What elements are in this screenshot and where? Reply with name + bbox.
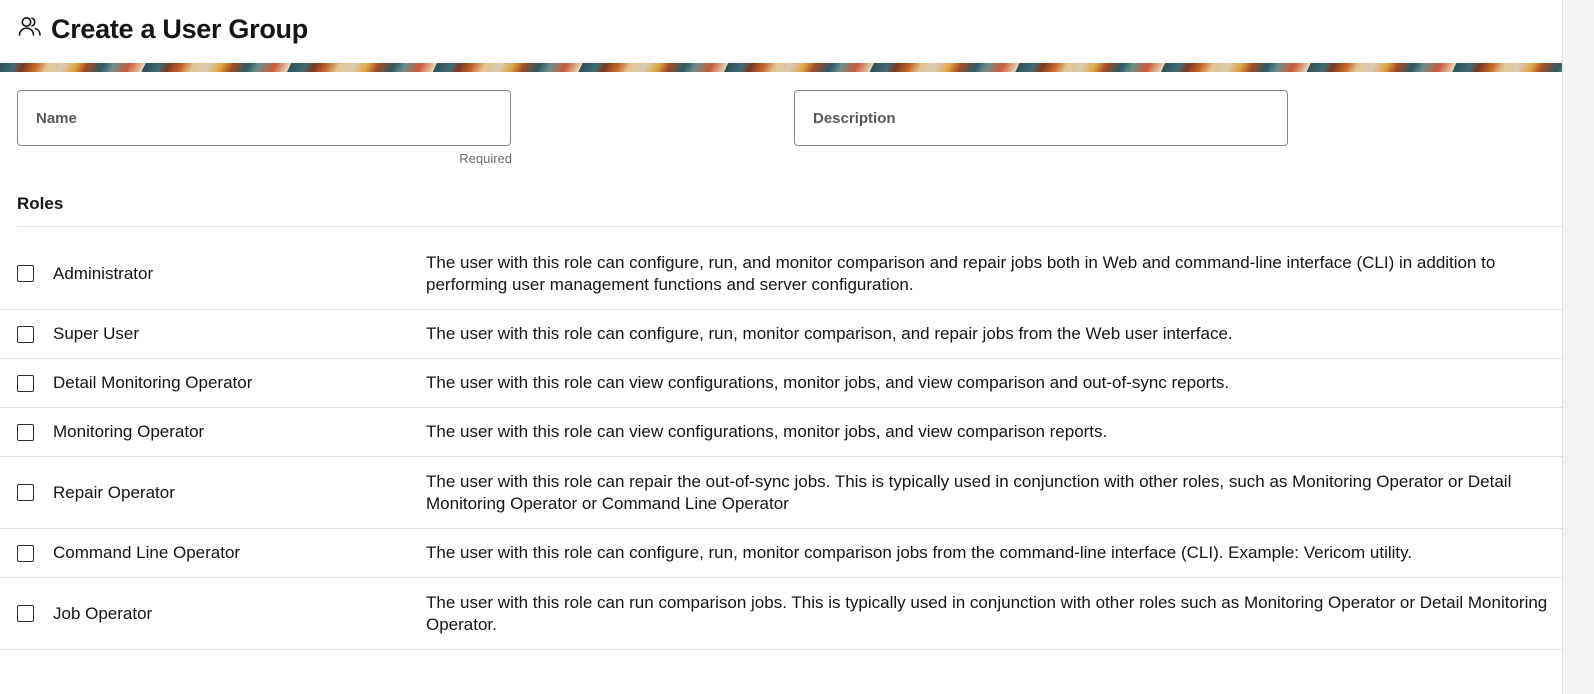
role-checkbox-monitoring-operator[interactable] (17, 423, 34, 441)
name-required-hint: Required (459, 151, 512, 166)
roles-heading: Roles (17, 194, 64, 213)
decorative-banner (0, 63, 1562, 72)
create-user-group-page: Create a User Group Required Roles Admin… (0, 0, 1594, 694)
role-name[interactable]: Administrator (53, 264, 153, 284)
page-header: Create a User Group (0, 0, 1562, 63)
users-icon (17, 14, 43, 40)
role-row-super-user: Super User The user with this role can c… (0, 310, 1562, 359)
role-row-repair-operator: Repair Operator The user with this role … (0, 457, 1562, 529)
page-title: Create a User Group (51, 14, 308, 44)
role-row-detail-monitoring-operator: Detail Monitoring Operator The user with… (0, 359, 1562, 408)
role-description: The user with this role can view configu… (426, 422, 1108, 441)
name-field[interactable] (17, 90, 511, 146)
page-edge-decoration (1562, 0, 1594, 694)
role-name[interactable]: Monitoring Operator (53, 422, 204, 442)
role-checkbox-job-operator[interactable] (17, 605, 34, 622)
role-description: The user with this role can configure, r… (426, 252, 1496, 294)
description-field[interactable] (794, 90, 1288, 146)
role-checkbox-administrator[interactable] (17, 265, 34, 282)
role-name[interactable]: Super User (53, 324, 139, 344)
role-description: The user with this role can configure, r… (426, 543, 1413, 562)
roles-list: Administrator The user with this role ca… (0, 238, 1562, 650)
role-description: The user with this role can configure, r… (426, 324, 1233, 343)
name-input[interactable] (18, 91, 510, 145)
role-name[interactable]: Repair Operator (53, 483, 175, 503)
role-checkbox-super-user[interactable] (17, 325, 34, 343)
description-input[interactable] (795, 91, 1287, 145)
role-description: The user with this role can run comparis… (426, 592, 1548, 634)
role-row-job-operator: Job Operator The user with this role can… (0, 578, 1562, 650)
role-description: The user with this role can view configu… (426, 373, 1230, 392)
roles-divider (17, 226, 1562, 227)
role-description: The user with this role can repair the o… (426, 471, 1512, 513)
role-row-monitoring-operator: Monitoring Operator The user with this r… (0, 408, 1562, 457)
role-checkbox-repair-operator[interactable] (17, 484, 34, 501)
role-name[interactable]: Detail Monitoring Operator (53, 373, 252, 393)
role-checkbox-command-line-operator[interactable] (17, 544, 34, 562)
role-checkbox-detail-monitoring-operator[interactable] (17, 374, 34, 392)
role-row-command-line-operator: Command Line Operator The user with this… (0, 529, 1562, 578)
role-name[interactable]: Job Operator (53, 604, 152, 624)
role-name[interactable]: Command Line Operator (53, 543, 240, 563)
role-row-administrator: Administrator The user with this role ca… (0, 238, 1562, 310)
